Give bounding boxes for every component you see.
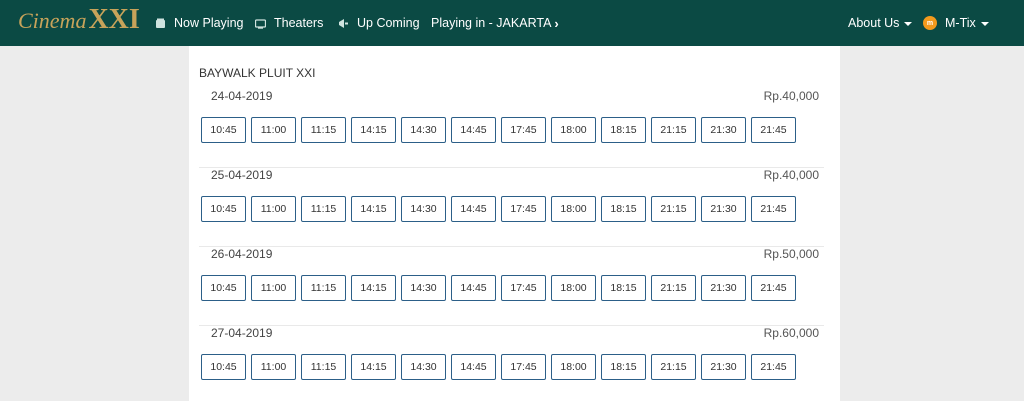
showtime-button[interactable]: 14:45 xyxy=(451,196,496,222)
showtime-button[interactable]: 14:15 xyxy=(351,196,396,222)
showtime-button[interactable]: 21:15 xyxy=(651,117,696,143)
showtime-button[interactable]: 14:45 xyxy=(451,354,496,380)
showtime-button[interactable]: 17:45 xyxy=(501,117,546,143)
showtime-day: 27-04-2019 Rp.60,000 10:45 11:00 11:15 14:15 1… xyxy=(199,326,824,401)
nav-playing-in-label: Playing in - JAKARTA xyxy=(431,16,552,30)
showtime-button[interactable]: 21:30 xyxy=(701,196,746,222)
showtime-button[interactable]: 21:45 xyxy=(751,354,796,380)
logo-cinema-text: Cinema xyxy=(18,8,87,33)
showtime-button[interactable]: 18:15 xyxy=(601,196,646,222)
caret-down-icon xyxy=(980,21,989,26)
showtime-button[interactable]: 21:15 xyxy=(651,275,696,301)
nav-theaters-label: Theaters xyxy=(274,16,324,30)
showtime-button[interactable]: 14:15 xyxy=(351,354,396,380)
showtime-button[interactable]: 21:45 xyxy=(751,117,796,143)
showtime-button[interactable]: 10:45 xyxy=(201,354,246,380)
showtime-button[interactable]: 18:15 xyxy=(601,117,646,143)
showtime-date: 27-04-2019 xyxy=(211,326,273,340)
showtime-list: 10:45 11:00 11:15 14:15 14:30 14:45 17:45 18:00… xyxy=(201,117,801,143)
showtime-day: 25-04-2019 Rp.40,000 10:45 11:00 11:15 14:15 1… xyxy=(199,168,824,247)
nav-mtix[interactable]: m M-Tix xyxy=(923,0,989,46)
top-navbar: Cinema XXI Now Playing Theaters Up Comin… xyxy=(0,0,1024,46)
showtime-date: 24-04-2019 xyxy=(211,89,273,103)
showtime-button[interactable]: 10:45 xyxy=(201,196,246,222)
showtime-button[interactable]: 14:15 xyxy=(351,275,396,301)
showtime-button[interactable]: 17:45 xyxy=(501,275,546,301)
showtime-button[interactable]: 17:45 xyxy=(501,354,546,380)
showtime-date: 25-04-2019 xyxy=(211,168,273,182)
showtime-button[interactable]: 11:00 xyxy=(251,354,296,380)
showtime-button[interactable]: 14:15 xyxy=(351,117,396,143)
chevron-right-icon: › xyxy=(554,15,559,31)
schedule-panel: BAYWALK PLUIT XXI 24-04-2019 Rp.40,000 10:… xyxy=(189,46,840,401)
ticket-price: Rp.40,000 xyxy=(763,168,819,182)
showtime-button[interactable]: 11:15 xyxy=(301,354,346,380)
cinema-xxi-logo[interactable]: Cinema XXI xyxy=(18,4,140,40)
nav-about-us-label: About Us xyxy=(848,16,900,30)
ticket-price: Rp.40,000 xyxy=(763,89,819,103)
showtime-list: 10:45 11:00 11:15 14:15 14:30 14:45 17:45 18:00… xyxy=(201,354,801,380)
ticket-price: Rp.60,000 xyxy=(763,326,819,340)
nav-now-playing-label: Now Playing xyxy=(174,16,244,30)
showtime-button[interactable]: 21:15 xyxy=(651,354,696,380)
showtime-button[interactable]: 18:00 xyxy=(551,196,596,222)
caret-down-icon xyxy=(904,21,913,26)
nav-playing-in[interactable]: Playing in - JAKARTA › xyxy=(431,0,559,46)
showtime-button[interactable]: 21:45 xyxy=(751,275,796,301)
showtime-button[interactable]: 14:30 xyxy=(401,196,446,222)
showtime-button[interactable]: 14:45 xyxy=(451,117,496,143)
theater-name: BAYWALK PLUIT XXI xyxy=(199,66,316,80)
nav-mtix-label: M-Tix xyxy=(945,16,976,30)
nav-up-coming-label: Up Coming xyxy=(357,16,420,30)
showtime-date: 26-04-2019 xyxy=(211,247,273,261)
mtix-icon: m xyxy=(923,16,937,30)
showtime-button[interactable]: 11:15 xyxy=(301,196,346,222)
showtime-button[interactable]: 11:15 xyxy=(301,117,346,143)
nav-about-us[interactable]: About Us xyxy=(848,0,913,46)
nav-up-coming[interactable]: Up Coming xyxy=(338,0,420,46)
showtime-button[interactable]: 11:00 xyxy=(251,196,296,222)
showtime-button[interactable]: 21:45 xyxy=(751,196,796,222)
megaphone-icon xyxy=(338,18,349,29)
showtime-button[interactable]: 10:45 xyxy=(201,275,246,301)
nav-theaters[interactable]: Theaters xyxy=(255,0,323,46)
film-icon xyxy=(155,18,166,29)
logo-xxi-text: XXI xyxy=(88,4,140,35)
nav-now-playing[interactable]: Now Playing xyxy=(155,0,243,46)
showtime-button[interactable]: 11:00 xyxy=(251,117,296,143)
showtime-day: 26-04-2019 Rp.50,000 10:45 11:00 11:15 14:15 1… xyxy=(199,247,824,326)
showtime-button[interactable]: 18:00 xyxy=(551,117,596,143)
showtime-button[interactable]: 14:30 xyxy=(401,354,446,380)
showtime-day: 24-04-2019 Rp.40,000 10:45 11:00 11:15 14:15 1… xyxy=(199,89,824,168)
showtime-button[interactable]: 14:45 xyxy=(451,275,496,301)
showtime-button[interactable]: 10:45 xyxy=(201,117,246,143)
showtime-button[interactable]: 21:15 xyxy=(651,196,696,222)
showtime-button[interactable]: 21:30 xyxy=(701,275,746,301)
showtime-button[interactable]: 18:15 xyxy=(601,275,646,301)
theater-icon xyxy=(255,18,266,29)
showtime-button[interactable]: 11:15 xyxy=(301,275,346,301)
showtime-button[interactable]: 18:00 xyxy=(551,275,596,301)
showtime-button[interactable]: 18:15 xyxy=(601,354,646,380)
showtime-button[interactable]: 11:00 xyxy=(251,275,296,301)
showtime-button[interactable]: 18:00 xyxy=(551,354,596,380)
showtime-button[interactable]: 21:30 xyxy=(701,117,746,143)
showtime-button[interactable]: 14:30 xyxy=(401,275,446,301)
showtime-button[interactable]: 14:30 xyxy=(401,117,446,143)
showtime-button[interactable]: 21:30 xyxy=(701,354,746,380)
showtime-list: 10:45 11:00 11:15 14:15 14:30 14:45 17:45 18:00… xyxy=(201,275,801,301)
ticket-price: Rp.50,000 xyxy=(763,247,819,261)
showtime-list: 10:45 11:00 11:15 14:15 14:30 14:45 17:45 18:00… xyxy=(201,196,801,222)
showtime-button[interactable]: 17:45 xyxy=(501,196,546,222)
